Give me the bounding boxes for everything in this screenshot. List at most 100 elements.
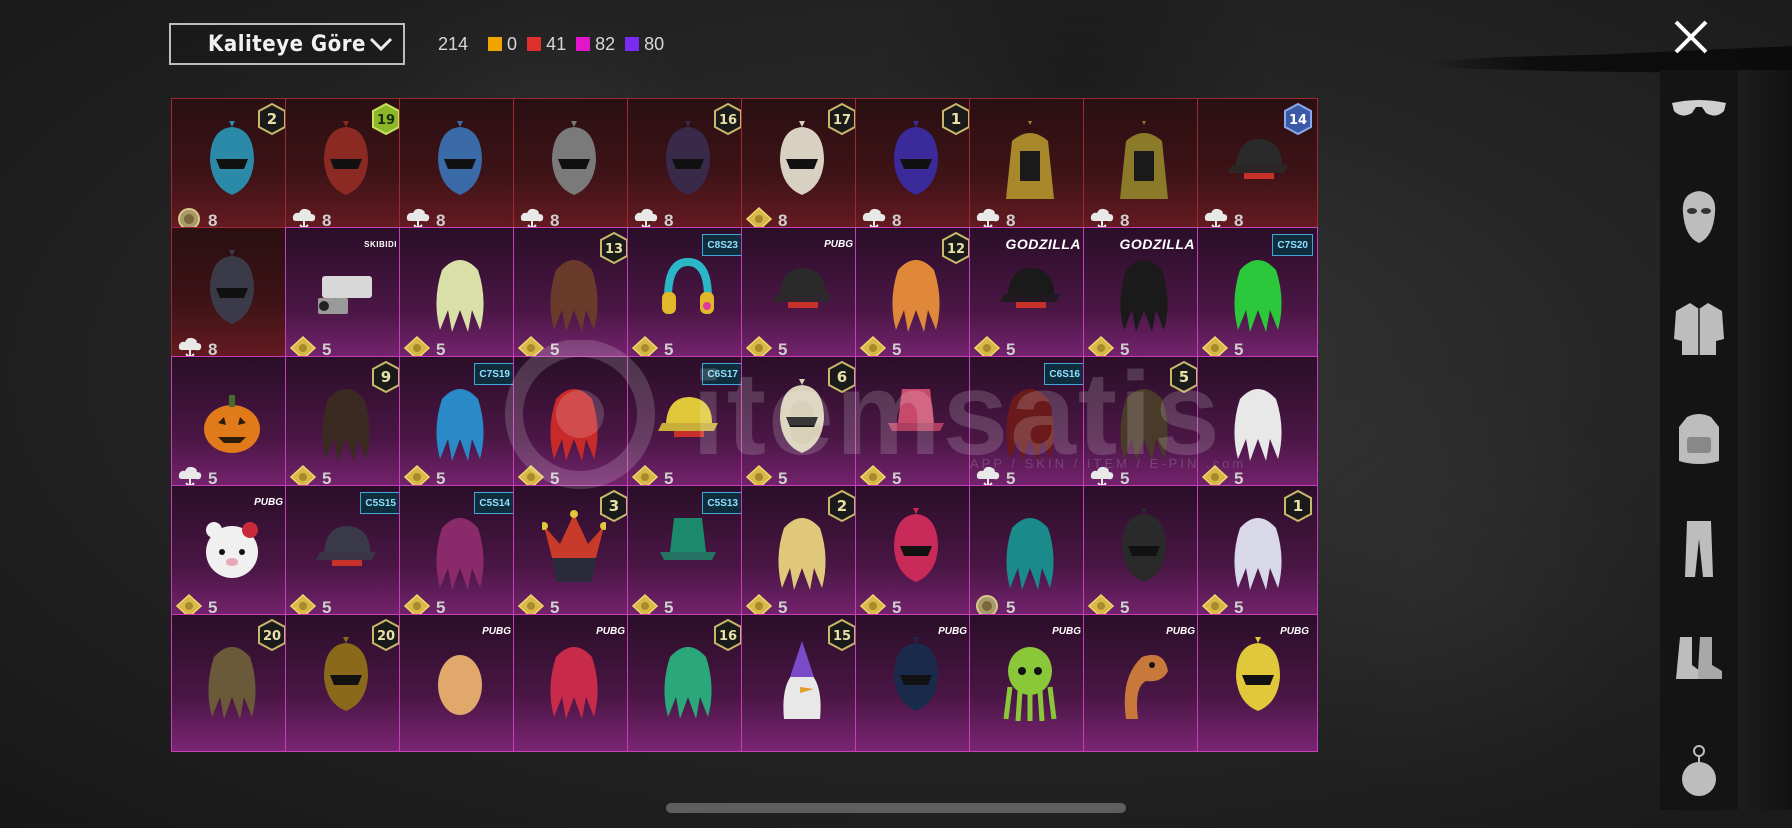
level-badge-icon: 9 xyxy=(372,361,400,393)
close-icon[interactable] xyxy=(1668,14,1714,60)
egg-icon xyxy=(438,655,482,715)
item-card[interactable]: 8 xyxy=(399,98,520,236)
item-card[interactable]: 14 8 xyxy=(1197,98,1318,236)
item-card[interactable]: 28 xyxy=(171,98,292,236)
headphones-icon xyxy=(662,257,714,314)
pants-icon[interactable] xyxy=(1666,516,1732,582)
level-badge-icon: 1 xyxy=(1284,490,1312,522)
jester-icon xyxy=(542,510,606,582)
item-card[interactable]: GODZILLA 5 xyxy=(1083,227,1204,365)
hair-icon xyxy=(1006,389,1054,461)
mask-icon[interactable] xyxy=(1666,184,1732,250)
level-badge-icon: 16 xyxy=(714,619,742,651)
item-card[interactable]: 8 xyxy=(171,227,292,365)
item-card[interactable]: 8 xyxy=(1083,98,1204,236)
jacket-icon[interactable] xyxy=(1666,296,1732,362)
item-card[interactable]: 16 8 xyxy=(627,98,748,236)
level-badge-text: 13 xyxy=(605,242,623,257)
item-card[interactable]: PUBG xyxy=(399,614,520,752)
stat-orange: 0 xyxy=(488,34,517,55)
item-tag: PUBG xyxy=(1166,625,1195,637)
hair-icon xyxy=(1120,260,1168,332)
item-card[interactable]: 19 8 xyxy=(285,98,406,236)
helmet-icon xyxy=(210,121,254,195)
level-badge-text: 20 xyxy=(263,629,281,644)
item-tag: SKIBIDI xyxy=(364,239,397,249)
item-card[interactable]: PUBG xyxy=(969,614,1090,752)
item-card[interactable]: 20 xyxy=(171,614,292,752)
item-card[interactable]: PUBG 5 xyxy=(171,485,292,623)
level-badge-icon: 2 xyxy=(258,103,286,135)
item-card[interactable]: C5S14 5 xyxy=(399,485,520,623)
item-card[interactable]: 15 xyxy=(1197,485,1318,623)
hat-icon xyxy=(660,518,716,560)
cap-icon xyxy=(772,268,832,308)
item-card[interactable]: 95 xyxy=(285,356,406,494)
item-card[interactable]: 12 5 xyxy=(855,227,976,365)
pumpkin-icon xyxy=(204,395,260,453)
item-card[interactable]: 15 xyxy=(741,614,862,752)
backpack-icon[interactable] xyxy=(1666,406,1732,472)
item-card[interactable]: C6S17 5 xyxy=(627,356,748,494)
stat-pink-value: 82 xyxy=(595,33,616,54)
item-card[interactable]: 5 xyxy=(855,485,976,623)
level-badge-text: 17 xyxy=(833,113,851,128)
item-card[interactable]: PUBG 5 xyxy=(741,227,862,365)
hair-icon xyxy=(550,647,598,719)
helmet-icon xyxy=(1122,508,1166,582)
item-card[interactable]: 5 xyxy=(171,356,292,494)
hair-icon xyxy=(550,260,598,332)
item-card[interactable]: 5 xyxy=(855,356,976,494)
item-card[interactable]: 65 xyxy=(741,356,862,494)
charm-icon[interactable] xyxy=(1666,738,1732,804)
item-card[interactable]: C7S20 5 xyxy=(1197,227,1318,365)
item-card[interactable]: 17 8 xyxy=(741,98,862,236)
sort-dropdown[interactable]: Kaliteye Göre xyxy=(169,23,405,65)
item-card[interactable]: 25 xyxy=(741,485,862,623)
level-badge-icon: 17 xyxy=(828,103,856,135)
item-card[interactable]: C5S13 5 xyxy=(627,485,748,623)
item-card[interactable]: C5S15 5 xyxy=(285,485,406,623)
item-card[interactable]: 55 xyxy=(1083,356,1204,494)
item-card[interactable]: 5 xyxy=(399,227,520,365)
item-card[interactable]: 5 xyxy=(969,485,1090,623)
item-card[interactable]: SKIBIDI 5 xyxy=(285,227,406,365)
stat-orange-value: 0 xyxy=(507,33,518,54)
glasses-icon[interactable] xyxy=(1666,76,1732,142)
item-card[interactable]: PUBG xyxy=(1197,614,1318,752)
item-card[interactable]: GODZILLA 5 xyxy=(969,227,1090,365)
item-card[interactable]: PUBG xyxy=(855,614,976,752)
item-card[interactable]: 16 xyxy=(627,614,748,752)
item-card[interactable]: C7S19 5 xyxy=(399,356,520,494)
item-card[interactable]: C8S23 5 xyxy=(627,227,748,365)
item-tag: C7S20 xyxy=(1272,234,1313,256)
total-count: 214 xyxy=(438,33,469,54)
item-card[interactable]: 8 xyxy=(513,98,634,236)
item-card[interactable]: 5 xyxy=(513,356,634,494)
item-card[interactable]: 18 xyxy=(855,98,976,236)
cap-icon xyxy=(1000,268,1060,308)
shoes-icon[interactable] xyxy=(1666,626,1732,692)
item-card[interactable]: 20 xyxy=(285,614,406,752)
item-card[interactable]: 13 5 xyxy=(513,227,634,365)
level-badge-text: 19 xyxy=(377,113,395,128)
item-tag: PUBG xyxy=(1052,625,1081,637)
item-card[interactable]: 5 xyxy=(1197,356,1318,494)
hair-icon xyxy=(436,260,484,332)
item-card[interactable]: 8 xyxy=(969,98,1090,236)
item-card[interactable]: 5 xyxy=(1083,485,1204,623)
item-tag: GODZILLA xyxy=(1119,236,1195,252)
item-card[interactable]: 35 xyxy=(513,485,634,623)
level-badge-icon: 1 xyxy=(942,103,970,135)
item-tag: PUBG xyxy=(254,496,283,508)
item-card[interactable]: PUBG xyxy=(513,614,634,752)
item-card[interactable]: C6S16 5 xyxy=(969,356,1090,494)
level-badge-text: 12 xyxy=(947,242,965,257)
horizontal-scrollbar[interactable] xyxy=(666,803,1126,813)
item-card[interactable]: PUBG xyxy=(1083,614,1204,752)
item-tag: C5S15 xyxy=(360,492,401,514)
hair-icon xyxy=(322,389,370,461)
item-tag: C6S17 xyxy=(702,363,743,385)
level-badge-text: 15 xyxy=(833,629,851,644)
helmet-icon xyxy=(210,250,254,324)
